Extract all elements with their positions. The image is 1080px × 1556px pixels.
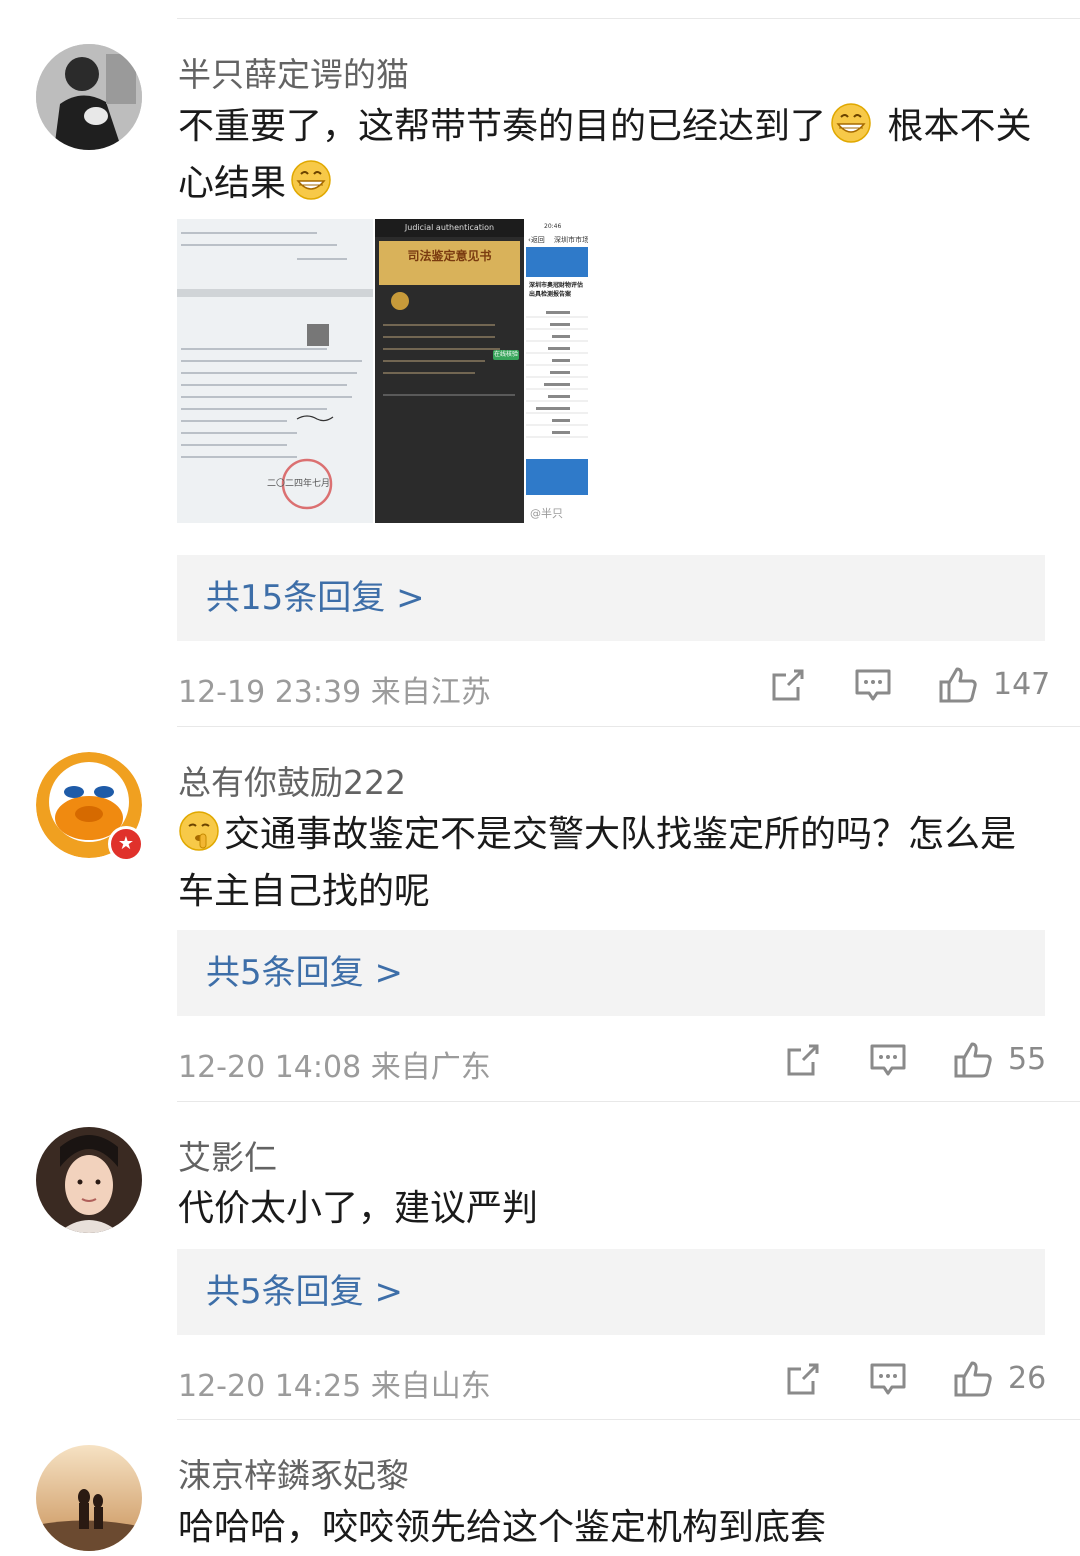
app-banner: 司法鉴定意见书 [379,241,520,285]
avatar[interactable] [36,1127,142,1233]
shot-title: 深圳市奥冠财物评估出具检测报告案 [529,282,584,298]
shot-table [526,311,588,438]
attached-image-screenshot[interactable]: 20:46 ‹返回 深圳市市场监 深圳市奥冠财物评估出具检测报告案 @半只 [526,219,588,523]
comment-icon[interactable] [868,1040,908,1080]
comment-text-body: 交通事故鉴定不是交警大队找鉴定所的吗？怎么是车主自己找的呢 [178,814,1017,912]
avatar[interactable] [36,1445,142,1551]
app-header: Judicial authentication [404,223,495,232]
comment-time: 12-20 14:08 [178,1050,362,1085]
like-count: 26 [1008,1361,1047,1396]
like-count: 147 [993,667,1051,702]
grin-emoji [831,103,871,143]
replies-link[interactable]: 共5条回复 > [177,1249,1045,1335]
avatar[interactable] [36,44,142,150]
username[interactable]: 总有你鼓励222 [178,756,406,804]
avatar-image [36,44,142,150]
username[interactable]: 半只薛定谔的猫 [178,48,409,96]
replies-link[interactable]: 共15条回复 > [177,555,1045,641]
shot-footer [526,459,588,495]
replies-label[interactable]: 共15条回复 > [206,555,425,641]
share-icon[interactable] [783,1359,823,1399]
shot-site: 深圳市市场监 [554,236,588,244]
comment-meta: 12-20 14:08 来自广东 [178,1042,491,1086]
comment-text: 不重要了，这帮带节奏的目的已经达到了 根本不关心结果 [178,98,1038,212]
comment-icon[interactable] [868,1359,908,1399]
attached-image-app[interactable]: Judicial authentication 司法鉴定意见书 在线核验 [375,219,524,523]
username[interactable]: 艾影仁 [178,1131,277,1179]
comment-text: 哈哈哈，咬咬领先给这个鉴定机构到底套 [178,1507,827,1548]
comment-time: 12-20 14:25 [178,1369,362,1404]
like-icon[interactable] [938,665,978,705]
share-icon[interactable] [783,1040,823,1080]
app-form [383,292,515,396]
avatar-image [36,1445,142,1551]
shot-back: ‹返回 [528,236,545,244]
like-icon[interactable] [953,1359,993,1399]
comment-icon[interactable] [853,665,893,705]
comment-text: 交通事故鉴定不是交警大队找鉴定所的吗？怎么是车主自己找的呢 [178,806,1038,920]
shot-banner [526,247,588,277]
shush-emoji [179,811,219,851]
avatar-image [36,1127,142,1233]
share-icon[interactable] [768,665,808,705]
comment-item: 涑京梓鏻豖妃黎 哈哈哈，咬咬领先给这个鉴定机构到底套 [0,1420,1080,1553]
document-date: 二〇二四年七月 [267,479,331,489]
attached-image-document[interactable]: 二〇二四年七月 [177,219,373,523]
comment-meta: 12-20 14:25 来自山东 [178,1361,491,1405]
replies-label[interactable]: 共5条回复 > [206,1249,403,1335]
like-icon[interactable] [953,1040,993,1080]
comment-location: 来自山东 [370,1369,491,1404]
username[interactable]: 涑京梓鏻豖妃黎 [178,1449,409,1497]
comment-item: ★ 总有你鼓励222 交通事故鉴定不是交警大队找鉴定所的吗？怎么是车主自己找的呢… [0,727,1080,1101]
verify-button[interactable]: 在线核验 [493,350,519,360]
grin-emoji [291,160,331,200]
replies-link[interactable]: 共5条回复 > [177,930,1045,1016]
image-watermark: @半只 [530,507,563,520]
comment-item: 半只薛定谔的猫 不重要了，这帮带节奏的目的已经达到了 根本不关心结果 二〇二四年… [0,0,1080,727]
comment-text-part: 不重要了，这帮带节奏的目的已经达到了 [178,106,827,147]
shot-back-label: 返回 [530,236,545,244]
app-title: 司法鉴定意见书 [407,249,492,263]
app-header-bar: Judicial authentication [375,219,524,237]
replies-label[interactable]: 共5条回复 > [206,930,403,1016]
vip-badge-icon: ★ [108,826,144,862]
comment-meta: 12-19 23:39 来自江苏 [178,667,491,711]
comment-location: 来自江苏 [370,675,491,710]
comment-text: 代价太小了，建议严判 [178,1188,539,1229]
comment-item: 艾影仁 代价太小了，建议严判 共5条回复 > 12-20 14:25 来自山东 … [0,1102,1080,1419]
comment-location: 来自广东 [370,1050,491,1085]
comment-time: 12-19 23:39 [178,675,362,710]
shot-time: 20:46 [544,223,562,230]
like-count: 55 [1008,1042,1047,1077]
